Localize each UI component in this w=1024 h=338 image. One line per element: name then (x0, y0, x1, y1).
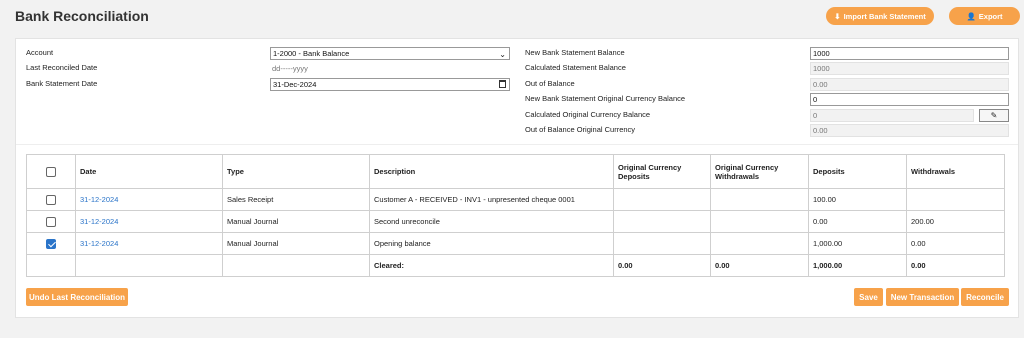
header-orig-deposits: Original Currency Deposits (613, 154, 711, 189)
cleared-label: Cleared: (369, 254, 614, 277)
cleared-orig-withdrawals: 0.00 (710, 254, 809, 277)
header-date: Date (75, 154, 223, 189)
footer-empty-cell (222, 254, 370, 277)
edit-icon: ✎ (990, 111, 998, 120)
date-cell: 31-12-2024 (75, 188, 223, 211)
cleared-orig-deposits: 0.00 (613, 254, 711, 277)
deposits-cell: 0.00 (808, 210, 907, 233)
export-button[interactable]: 👤 Export (949, 7, 1020, 25)
date-cell: 31-12-2024 (75, 210, 223, 233)
reconciliation-panel: Account 1-2000 - Bank Balance ⌄ Last Rec… (15, 38, 1019, 318)
out-orig-balance-label: Out of Balance Original Currency (525, 125, 636, 134)
edit-orig-balance-button[interactable]: ✎ (979, 109, 1009, 122)
calc-balance-value: 1000 (810, 62, 1009, 75)
row-checkbox[interactable] (46, 194, 56, 205)
new-transaction-button[interactable]: New Transaction (886, 288, 959, 306)
table-header-row: Date Type Description Original Currency … (26, 154, 1005, 189)
save-button[interactable]: Save (854, 288, 883, 306)
orig-withdrawals-cell (710, 188, 809, 211)
bank-reconciliation-page: Bank Reconciliation ⬇ Import Bank Statem… (0, 0, 1024, 338)
row-select-cell (26, 210, 76, 233)
out-orig-balance-value: 0.00 (810, 124, 1009, 137)
new-orig-balance-label: New Bank Statement Original Currency Bal… (525, 94, 686, 103)
new-orig-balance-input[interactable]: 0 (810, 93, 1009, 106)
page-title: Bank Reconciliation (15, 8, 149, 24)
select-all-cell (26, 154, 76, 189)
statement-date-value: 31-Dec-2024 (273, 80, 317, 89)
header-type: Type (222, 154, 370, 189)
description-cell: Second unreconcile (369, 210, 614, 233)
account-label: Account (26, 48, 54, 57)
new-balance-input[interactable]: 1000 (810, 47, 1009, 60)
header-description: Description (369, 154, 614, 189)
account-select[interactable]: 1-2000 - Bank Balance ⌄ (270, 47, 510, 60)
header-withdrawals: Withdrawals (906, 154, 1005, 189)
calc-balance-label: Calculated Statement Balance (525, 63, 626, 72)
last-reconciled-label: Last Reconciled Date (26, 63, 98, 72)
date-link[interactable]: 31-12-2024 (80, 195, 118, 204)
row-select-cell (26, 232, 76, 255)
transactions-table: Date Type Description Original Currency … (26, 154, 1005, 277)
last-reconciled-value: dd-----yyyy (272, 64, 308, 73)
download-icon: ⬇ (834, 11, 841, 21)
undo-last-reconciliation-button[interactable]: Undo Last Reconciliation (26, 288, 128, 306)
calc-orig-balance-value: 0 (810, 109, 974, 122)
cleared-withdrawals: 0.00 (906, 254, 1005, 277)
footer-empty-cell (75, 254, 223, 277)
select-all-checkbox[interactable] (46, 166, 56, 177)
footer-empty-cell (26, 254, 76, 277)
account-value: 1-2000 - Bank Balance (273, 49, 350, 58)
orig-deposits-cell (613, 188, 711, 211)
orig-deposits-cell (613, 232, 711, 255)
type-cell: Manual Journal (222, 232, 370, 255)
cleared-deposits: 1,000.00 (808, 254, 907, 277)
reconcile-button[interactable]: Reconcile (961, 288, 1009, 306)
divider (16, 144, 1018, 145)
out-of-balance-value: 0.00 (810, 78, 1009, 91)
user-icon: 👤 (966, 11, 976, 21)
new-balance-label: New Bank Statement Balance (525, 48, 625, 57)
table-row: 31-12-2024 Manual Journal Opening balanc… (26, 232, 1005, 255)
export-label: Export (978, 11, 1003, 21)
description-cell: Customer A - RECEIVED - INV1 - unpresent… (369, 188, 614, 211)
calc-orig-balance-label: Calculated Original Currency Balance (525, 110, 651, 119)
deposits-cell: 100.00 (808, 188, 907, 211)
row-checkbox-checked[interactable] (46, 238, 56, 249)
import-bank-statement-button[interactable]: ⬇ Import Bank Statement (826, 7, 934, 25)
statement-date-label: Bank Statement Date (26, 79, 98, 88)
type-cell: Manual Journal (222, 210, 370, 233)
date-link[interactable]: 31-12-2024 (80, 239, 118, 248)
deposits-cell: 1,000.00 (808, 232, 907, 255)
orig-withdrawals-cell (710, 232, 809, 255)
statement-date-input[interactable]: 31-Dec-2024 (270, 78, 510, 91)
date-cell: 31-12-2024 (75, 232, 223, 255)
row-checkbox[interactable] (46, 216, 56, 227)
orig-deposits-cell (613, 210, 711, 233)
withdrawals-cell: 200.00 (906, 210, 1005, 233)
out-of-balance-label: Out of Balance (525, 79, 575, 88)
type-cell: Sales Receipt (222, 188, 370, 211)
import-bank-statement-label: Import Bank Statement (843, 11, 926, 21)
header-deposits: Deposits (808, 154, 907, 189)
description-cell: Opening balance (369, 232, 614, 255)
table-row: 31-12-2024 Manual Journal Second unrecon… (26, 210, 1005, 233)
orig-withdrawals-cell (710, 210, 809, 233)
table-footer-row: Cleared: 0.00 0.00 1,000.00 0.00 (26, 254, 1005, 277)
row-select-cell (26, 188, 76, 211)
withdrawals-cell (906, 188, 1005, 211)
header-orig-withdrawals: Original Currency Withdrawals (710, 154, 809, 189)
calendar-icon (499, 80, 506, 88)
table-row: 31-12-2024 Sales Receipt Customer A - RE… (26, 188, 1005, 211)
date-link[interactable]: 31-12-2024 (80, 217, 118, 226)
chevron-down-icon: ⌄ (499, 50, 506, 59)
withdrawals-cell: 0.00 (906, 232, 1005, 255)
